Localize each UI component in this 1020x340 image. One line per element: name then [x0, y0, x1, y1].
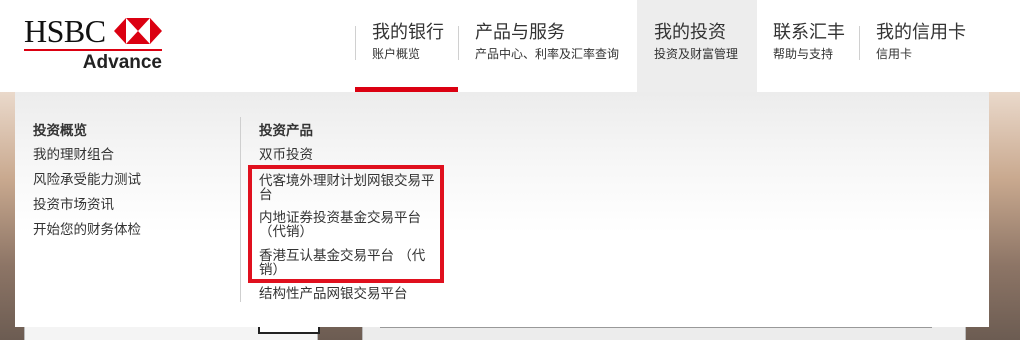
overview-heading: 投资概览: [33, 123, 87, 139]
link-market-news[interactable]: 投资市场资讯: [33, 198, 114, 212]
logo-wordmark: HSBC: [24, 13, 106, 49]
nav-subtitle: 帮助与支持: [773, 47, 834, 61]
nav-title: 我的信用卡: [876, 22, 966, 43]
logo-rule: [24, 49, 162, 51]
background-divider: [380, 327, 932, 328]
nav-my-banking[interactable]: 我的银行 账户概览: [355, 0, 458, 92]
nav-title: 我的投资: [654, 22, 726, 43]
header: HSBC Advance 我的银行 账户概览 产品与服务 产品中心、利率及汇率查…: [0, 0, 1020, 92]
nav-divider: [355, 26, 356, 60]
column-divider: [240, 117, 241, 302]
nav-title: 产品与服务: [475, 22, 565, 43]
nav-my-investments[interactable]: 我的投资 投资及财富管理: [637, 0, 757, 92]
nav-products-services[interactable]: 产品与服务 产品中心、利率及汇率查询: [458, 0, 636, 92]
nav-subtitle: 信用卡: [876, 47, 913, 61]
link-structured-products[interactable]: 结构性产品网银交易平台: [259, 287, 408, 301]
link-risk-tolerance-test[interactable]: 风险承受能力测试: [33, 173, 141, 187]
nav-subtitle: 产品中心、利率及汇率查询: [475, 47, 620, 61]
hsbc-advance-logo[interactable]: HSBC Advance: [24, 14, 164, 76]
highlight-annotation-box: [248, 165, 444, 283]
page: HSBC Advance 我的银行 账户概览 产品与服务 产品中心、利率及汇率查…: [0, 0, 1020, 340]
products-heading: 投资产品: [259, 123, 313, 139]
link-dual-currency[interactable]: 双币投资: [259, 148, 313, 162]
nav-subtitle: 投资及财富管理: [654, 47, 739, 61]
nav-title: 联系汇丰: [773, 22, 845, 43]
investments-dropdown-menu: 投资概览 我的理财组合 风险承受能力测试 投资市场资讯 开始您的财务体检 投资产…: [15, 92, 989, 327]
hexagon-icon: [114, 18, 162, 44]
link-my-portfolio[interactable]: 我的理财组合: [33, 148, 114, 162]
nav-divider: [458, 26, 459, 60]
link-financial-checkup[interactable]: 开始您的财务体检: [33, 223, 141, 237]
nav-my-credit-card[interactable]: 我的信用卡 信用卡: [860, 0, 970, 92]
nav-title: 我的银行: [372, 22, 444, 43]
nav-subtitle: 账户概览: [372, 47, 421, 61]
logo-tier: Advance: [82, 52, 162, 73]
nav-contact-hsbc[interactable]: 联系汇丰 帮助与支持: [757, 0, 859, 92]
